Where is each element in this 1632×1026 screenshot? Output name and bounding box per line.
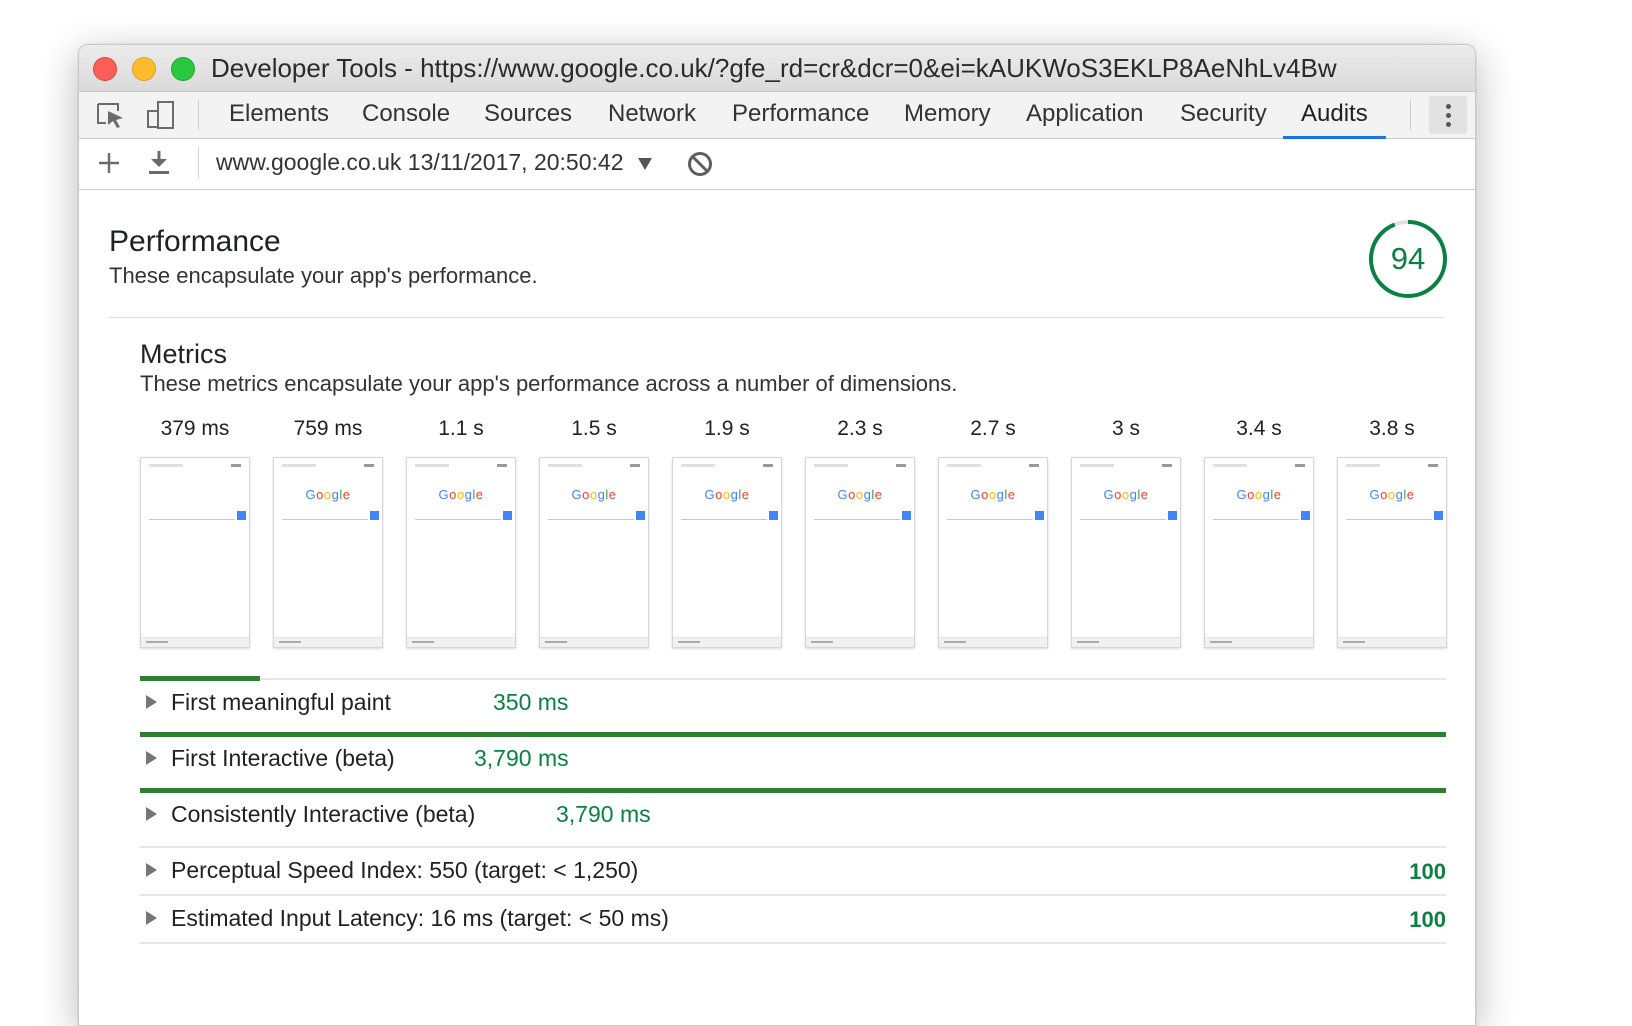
report-selector-label: www.google.co.uk 13/11/2017, 20:50:42 bbox=[216, 149, 624, 175]
google-logo: Google bbox=[438, 487, 484, 502]
clear-all-icon[interactable] bbox=[687, 151, 713, 182]
close-window-button[interactable] bbox=[93, 57, 117, 81]
window-title: Developer Tools - https://www.google.co.… bbox=[211, 53, 1337, 83]
category-title: Performance bbox=[109, 225, 281, 258]
metric-score: 100 bbox=[1409, 907, 1446, 932]
frame-timestamp: 3 s bbox=[1111, 417, 1140, 440]
metric-label: Consistently Interactive (beta) bbox=[171, 801, 476, 827]
metric-label: Perceptual Speed Index: 550 (target: < 1… bbox=[171, 857, 639, 883]
google-logo: Google bbox=[837, 487, 883, 502]
expand-arrow-icon[interactable] bbox=[146, 751, 157, 765]
frame-timestamp: 759 ms bbox=[293, 417, 363, 440]
metric-label: First Interactive (beta) bbox=[171, 745, 395, 771]
tab-performance[interactable]: Performance bbox=[732, 92, 869, 138]
expand-arrow-icon[interactable] bbox=[146, 863, 157, 877]
metric-row[interactable]: Estimated Input Latency: 16 ms (target: … bbox=[140, 895, 1446, 947]
frame-thumbnail: Google bbox=[672, 457, 782, 648]
metrics-description: These metrics encapsulate your app's per… bbox=[140, 371, 958, 396]
filmstrip: 379 ms 759 ms Google 1.1 s Google 1.5 s Google… bbox=[140, 417, 1447, 653]
device-toolbar-icon[interactable] bbox=[145, 101, 177, 129]
google-logo: Google bbox=[1103, 487, 1149, 502]
tab-security[interactable]: Security bbox=[1180, 92, 1267, 138]
frame-timestamp: 2.3 s bbox=[837, 417, 883, 440]
frame-thumbnail: Google bbox=[273, 457, 383, 648]
frame-timestamp: 3.8 s bbox=[1369, 417, 1415, 440]
metric-label: Estimated Input Latency: 16 ms (target: … bbox=[171, 905, 669, 931]
metric-value: 350 ms bbox=[493, 689, 569, 715]
frame-thumbnail: Google bbox=[1204, 457, 1314, 648]
google-logo: Google bbox=[305, 487, 351, 502]
metric-value: 3,790 ms bbox=[474, 745, 569, 771]
zoom-window-button[interactable] bbox=[171, 57, 195, 81]
toolbar-divider bbox=[198, 147, 199, 179]
download-report-icon[interactable] bbox=[147, 149, 171, 182]
frame-thumbnail: Google bbox=[938, 457, 1048, 648]
tab-memory[interactable]: Memory bbox=[904, 92, 991, 138]
metric-value: 3,790 ms bbox=[556, 801, 651, 827]
tab-network[interactable]: Network bbox=[608, 92, 696, 138]
frame-thumbnail: Google bbox=[805, 457, 915, 648]
google-logo: Google bbox=[704, 487, 750, 502]
metric-label: First meaningful paint bbox=[171, 689, 391, 715]
google-logo: Google bbox=[571, 487, 617, 502]
metric-row[interactable]: Perceptual Speed Index: 550 (target: < 1… bbox=[140, 847, 1446, 899]
new-audit-icon[interactable] bbox=[97, 151, 121, 180]
inspect-element-icon[interactable] bbox=[95, 101, 127, 129]
metric-row[interactable]: Consistently Interactive (beta) 3,790 ms bbox=[140, 791, 1446, 843]
tab-audits[interactable]: Audits bbox=[1301, 92, 1368, 138]
frame-timestamp: 3.4 s bbox=[1236, 417, 1282, 440]
audits-report: Performance These encapsulate your app's… bbox=[79, 189, 1475, 1025]
frame-thumbnail: Google bbox=[539, 457, 649, 648]
frame-thumbnail: Google bbox=[406, 457, 516, 648]
metric-divider bbox=[140, 942, 1446, 944]
frame-timestamp: 1.5 s bbox=[571, 417, 617, 440]
tab-application[interactable]: Application bbox=[1026, 92, 1143, 138]
tab-elements[interactable]: Elements bbox=[229, 92, 329, 138]
tab-sources[interactable]: Sources bbox=[484, 92, 572, 138]
frame-thumbnail: Google bbox=[1071, 457, 1181, 648]
frame-timestamp: 2.7 s bbox=[970, 417, 1016, 440]
tab-console[interactable]: Console bbox=[362, 92, 450, 138]
google-logo: Google bbox=[1369, 487, 1415, 502]
more-options-icon[interactable] bbox=[1429, 96, 1467, 134]
dropdown-triangle-icon bbox=[637, 157, 652, 170]
metric-row[interactable]: First Interactive (beta) 3,790 ms bbox=[140, 735, 1446, 787]
metric-row[interactable]: First meaningful paint 350 ms bbox=[140, 679, 1446, 731]
devtools-tab-bar: Elements Console Sources Network Perform… bbox=[79, 92, 1475, 139]
expand-arrow-icon[interactable] bbox=[146, 911, 157, 925]
expand-arrow-icon[interactable] bbox=[146, 807, 157, 821]
toolbar-divider bbox=[198, 100, 199, 130]
toolbar-divider bbox=[1410, 100, 1411, 130]
category-description: These encapsulate your app's performance… bbox=[109, 263, 538, 288]
frame-thumbnail bbox=[140, 457, 250, 648]
metric-score: 100 bbox=[1409, 859, 1446, 884]
minimize-window-button[interactable] bbox=[132, 57, 156, 81]
devtools-window: Developer Tools - https://www.google.co.… bbox=[78, 44, 1476, 1026]
title-bar: Developer Tools - https://www.google.co.… bbox=[79, 45, 1475, 92]
google-logo: Google bbox=[970, 487, 1016, 502]
audits-toolbar: www.google.co.uk 13/11/2017, 20:50:42 bbox=[79, 139, 1475, 190]
metrics-title: Metrics bbox=[140, 339, 227, 369]
frame-thumbnail: Google bbox=[1337, 457, 1447, 648]
frame-timestamp: 1.1 s bbox=[438, 417, 484, 440]
section-divider bbox=[109, 317, 1445, 318]
expand-arrow-icon[interactable] bbox=[146, 695, 157, 709]
frame-timestamp: 1.9 s bbox=[704, 417, 750, 440]
google-logo: Google bbox=[1236, 487, 1282, 502]
score-value: 94 bbox=[1390, 241, 1426, 276]
frame-timestamp: 379 ms bbox=[160, 417, 230, 440]
report-selector[interactable]: www.google.co.uk 13/11/2017, 20:50:42 bbox=[216, 149, 652, 176]
